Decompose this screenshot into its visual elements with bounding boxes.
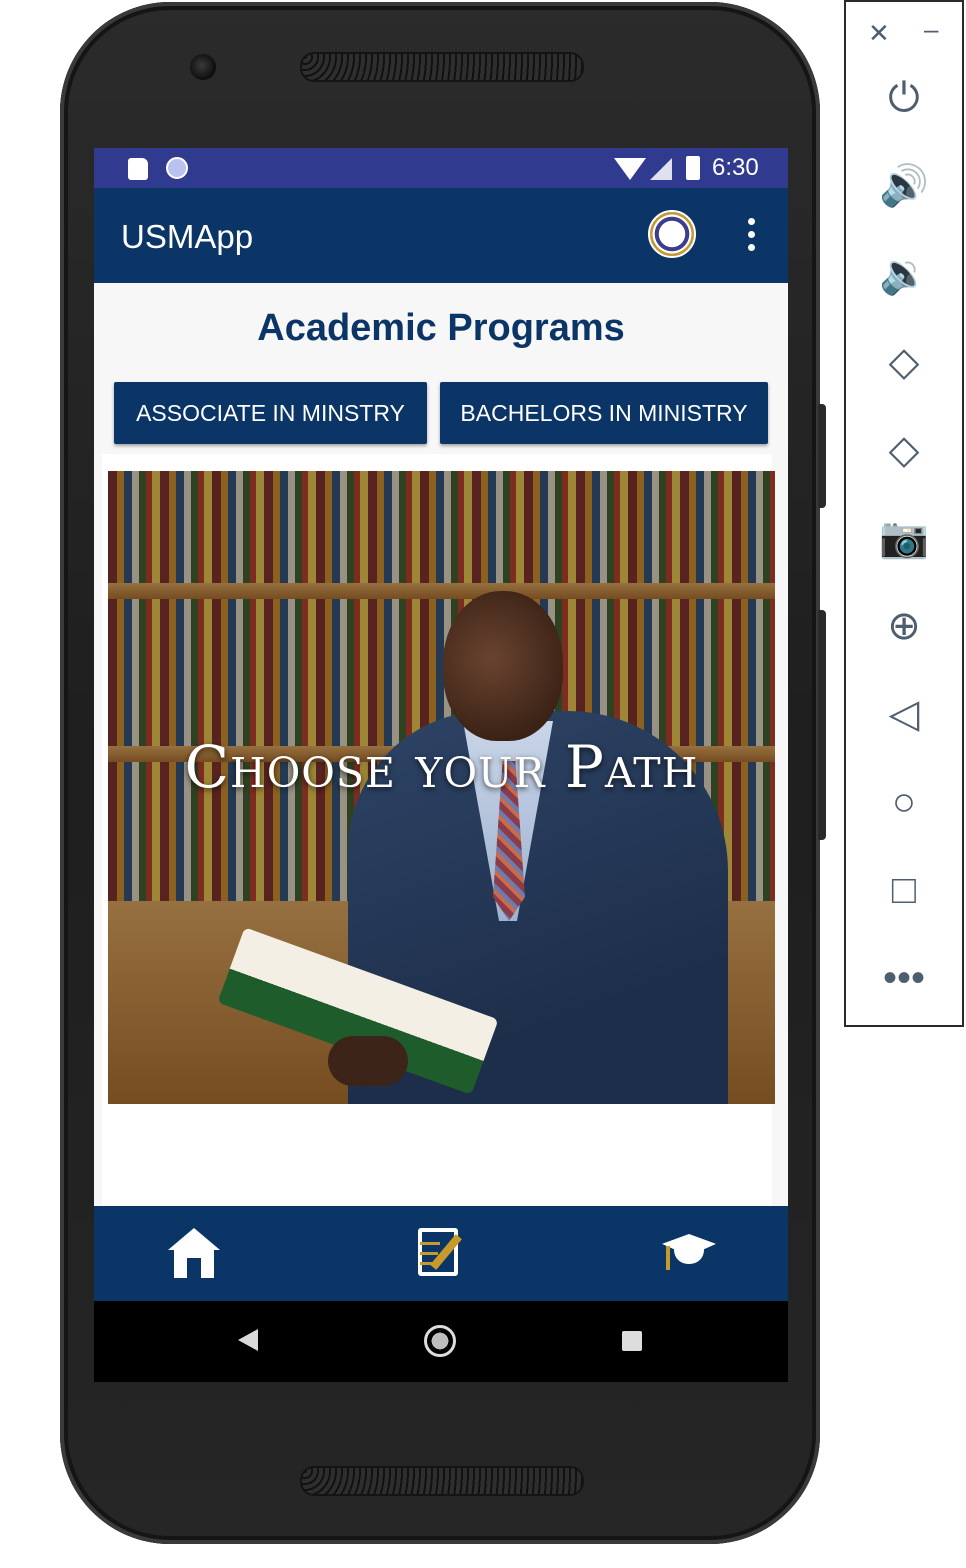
home-button-icon[interactable] — [424, 1325, 456, 1357]
emulator-toolbar: ✕ – ⏻ 🔊 🔉 ◇ ◇ 📷 ⊕ ◁ ○ □ ••• — [844, 0, 964, 1027]
rotate-right-icon[interactable]: ◇ — [846, 422, 962, 478]
signal-icon — [650, 158, 672, 180]
rotate-left-icon[interactable]: ◇ — [846, 334, 962, 390]
hero-card: Choose your Path — [102, 454, 775, 1206]
app-bar: USMApp — [94, 188, 788, 283]
overflow-menu-icon[interactable] — [744, 218, 758, 254]
bachelors-in-ministry-button[interactable]: BACHELORS IN MINISTRY — [440, 382, 768, 444]
edit-document-icon[interactable] — [414, 1228, 470, 1280]
sd-card-icon — [128, 158, 148, 180]
volume-down-icon[interactable]: 🔉 — [846, 246, 962, 302]
status-bar: 6:30 — [94, 148, 788, 188]
sync-icon — [166, 157, 188, 179]
wifi-icon — [614, 158, 646, 180]
zoom-icon[interactable]: ⊕ — [846, 598, 962, 654]
close-icon[interactable]: ✕ — [868, 18, 890, 49]
page-title: Academic Programs — [257, 307, 625, 349]
power-side-button — [818, 404, 826, 508]
volume-up-icon[interactable]: 🔊 — [846, 158, 962, 214]
graduation-cap-icon[interactable] — [662, 1228, 718, 1280]
home-icon[interactable]: ○ — [846, 774, 962, 830]
bottom-speaker — [300, 1466, 584, 1496]
overview-icon[interactable]: □ — [846, 862, 962, 918]
phone-screen: 6:30 USMApp Academic Programs ASSOCIATE … — [94, 148, 788, 1382]
battery-charging-icon — [686, 156, 700, 180]
screenshot-icon[interactable]: 📷 — [846, 510, 962, 566]
home-icon[interactable] — [166, 1228, 222, 1280]
hero-image[interactable]: Choose your Path — [108, 471, 775, 1104]
volume-side-button — [818, 610, 826, 840]
bottom-navigation — [94, 1206, 788, 1301]
student-hand — [328, 1036, 408, 1086]
front-camera — [190, 54, 216, 80]
minimize-icon[interactable]: – — [924, 14, 938, 45]
associate-in-ministry-button[interactable]: ASSOCIATE IN MINSTRY — [114, 382, 427, 444]
student-head — [443, 591, 563, 741]
app-title: USMApp — [121, 218, 254, 255]
hero-caption: Choose your Path — [184, 733, 699, 801]
usm-seal-logo — [648, 210, 696, 258]
back-icon[interactable]: ◁ — [846, 686, 962, 742]
recents-icon[interactable] — [622, 1331, 642, 1351]
more-icon[interactable]: ••• — [846, 950, 962, 1006]
power-icon[interactable]: ⏻ — [846, 70, 962, 126]
system-navigation-bar — [94, 1301, 788, 1382]
back-icon[interactable] — [238, 1329, 258, 1351]
top-speaker — [300, 52, 584, 82]
status-time: 6:30 — [712, 154, 759, 181]
main-content: Academic Programs ASSOCIATE IN MINSTRY B… — [94, 283, 788, 1206]
